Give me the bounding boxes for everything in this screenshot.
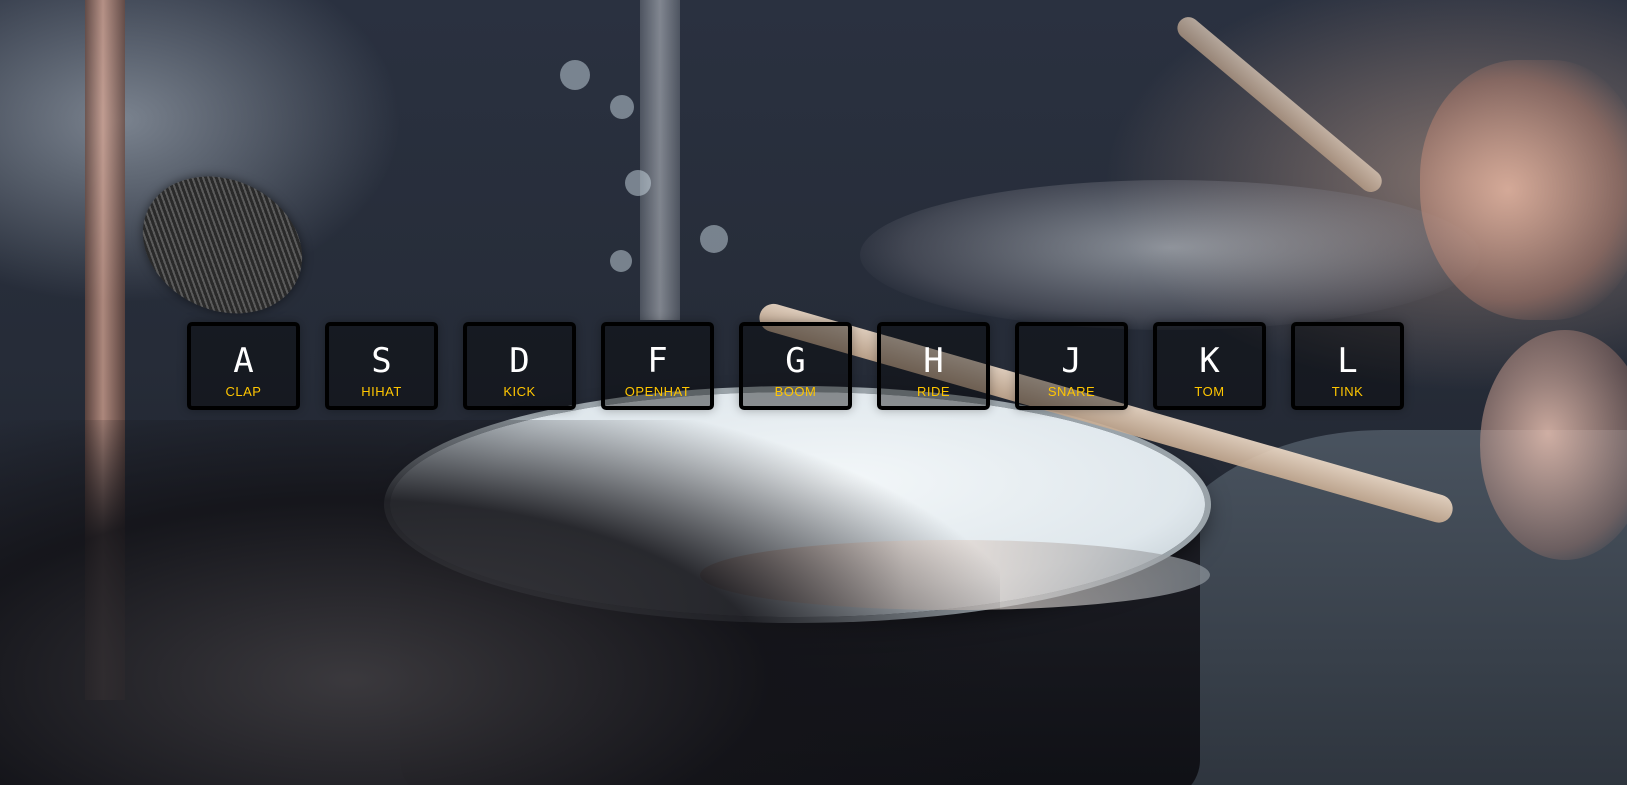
key-letter: D xyxy=(509,341,530,381)
drummer-hand xyxy=(1420,60,1627,320)
cymbal xyxy=(860,180,1480,330)
key-sound-label: KICK xyxy=(503,384,536,399)
key-l[interactable]: L TINK xyxy=(1291,322,1404,410)
key-sound-label: RIDE xyxy=(916,384,951,399)
drum-keys: A CLAP S HIHAT D KICK F OPENHAT G BOOM H… xyxy=(187,322,1404,410)
key-sound-label: TOM xyxy=(1194,384,1225,399)
bokeh-light xyxy=(625,170,651,196)
microphone xyxy=(120,151,325,339)
key-letter: F xyxy=(647,341,668,381)
key-sound-label: TINK xyxy=(1331,384,1364,399)
key-j[interactable]: J SNARE xyxy=(1015,322,1128,410)
bokeh-light xyxy=(700,225,728,253)
key-letter: K xyxy=(1199,341,1220,381)
key-letter: J xyxy=(1061,341,1082,381)
key-sound-label: OPENHAT xyxy=(624,384,691,399)
key-f[interactable]: F OPENHAT xyxy=(601,322,714,410)
key-a[interactable]: A CLAP xyxy=(187,322,300,410)
key-letter: S xyxy=(371,341,392,381)
key-sound-label: CLAP xyxy=(225,384,262,399)
bokeh-light xyxy=(610,95,634,119)
key-d[interactable]: D KICK xyxy=(463,322,576,410)
key-h[interactable]: H RIDE xyxy=(877,322,990,410)
key-sound-label: SNARE xyxy=(1047,384,1096,399)
key-letter: L xyxy=(1337,341,1358,381)
key-letter: A xyxy=(233,341,254,381)
key-sound-label: HIHAT xyxy=(361,384,402,399)
key-letter: H xyxy=(923,341,944,381)
key-letter: G xyxy=(785,341,806,381)
key-sound-label: BOOM xyxy=(774,384,817,399)
foreground-blur xyxy=(0,420,1000,785)
key-k[interactable]: K TOM xyxy=(1153,322,1266,410)
bokeh-light xyxy=(560,60,590,90)
cymbal-stand xyxy=(640,0,680,320)
key-s[interactable]: S HIHAT xyxy=(325,322,438,410)
bokeh-light xyxy=(610,250,632,272)
drumstick xyxy=(1172,12,1387,197)
key-g[interactable]: G BOOM xyxy=(739,322,852,410)
